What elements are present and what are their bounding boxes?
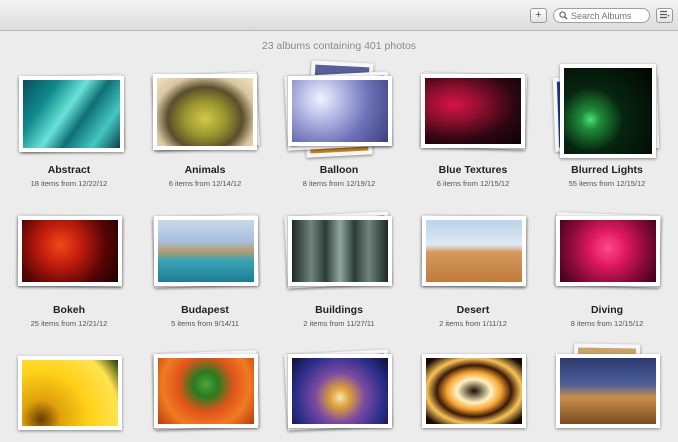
plus-icon: + xyxy=(535,9,542,21)
album-budapest[interactable]: Budapest 5 items from 9/14/11 xyxy=(140,212,270,328)
album-thumbnail-stack[interactable] xyxy=(140,71,270,162)
album-title: Diving xyxy=(590,304,624,316)
album-cover xyxy=(556,354,660,428)
album-cover xyxy=(421,74,525,148)
album-title: Abstract xyxy=(47,164,91,176)
album-thumbnail-stack[interactable] xyxy=(408,212,538,302)
search-field[interactable] xyxy=(553,8,650,23)
album-desert[interactable]: Desert 2 items from 1/11/12 xyxy=(408,212,538,328)
album-thumbnail-stack[interactable] xyxy=(4,72,134,162)
album-title: Blurred Lights xyxy=(571,164,643,176)
album-thumbnail-stack[interactable] xyxy=(408,350,538,440)
album-animals[interactable]: Animals 6 items from 12/14/12 xyxy=(140,71,270,188)
album-bokeh[interactable]: Bokeh 25 items from 12/21/12 xyxy=(4,212,134,328)
album-blue-textures[interactable]: Blue Textures 6 items from 12/15/12 xyxy=(408,72,538,188)
album-subtitle: 8 items from 12/19/12 xyxy=(302,179,376,188)
album-subtitle: 8 items from 12/15/12 xyxy=(570,319,644,328)
album-thumbnail-stack[interactable] xyxy=(140,350,270,440)
album-subtitle: 2 items from 11/27/11 xyxy=(303,319,375,328)
album-title: Balloon xyxy=(319,164,359,176)
album-title: Animals xyxy=(184,164,226,176)
album-thumbnail-stack[interactable] xyxy=(542,62,672,162)
album-fire[interactable] xyxy=(408,350,538,440)
album-vegetables[interactable] xyxy=(140,350,270,440)
list-menu-icon xyxy=(659,10,670,22)
album-thumbnail-stack[interactable] xyxy=(542,212,672,302)
album-subtitle: 6 items from 12/14/12 xyxy=(168,179,242,188)
album-subtitle: 2 items from 1/11/12 xyxy=(439,319,507,328)
album-thumbnail-stack[interactable] xyxy=(4,212,134,302)
album-cover xyxy=(288,216,392,286)
album-subtitle: 5 items from 9/14/11 xyxy=(171,319,239,328)
album-cover xyxy=(18,356,122,430)
album-cover xyxy=(153,74,257,150)
album-cover xyxy=(556,216,660,286)
album-title: Budapest xyxy=(181,304,229,316)
album-cover xyxy=(288,76,392,146)
add-album-button[interactable]: + xyxy=(530,8,547,23)
album-thumbnail-stack[interactable] xyxy=(4,352,134,442)
album-subtitle: 18 items from 12/22/12 xyxy=(30,179,108,188)
search-input[interactable] xyxy=(569,9,649,22)
album-title: Buildings xyxy=(315,304,363,316)
album-buildings[interactable]: Buildings 2 items from 11/27/11 xyxy=(274,211,404,328)
album-abstract[interactable]: Abstract 18 items from 12/22/12 xyxy=(4,72,134,188)
album-diving[interactable]: Diving 8 items from 12/15/12 xyxy=(542,212,672,328)
album-balloon[interactable]: Balloon 8 items from 12/19/12 xyxy=(274,60,404,188)
album-cover xyxy=(288,354,392,428)
album-cover xyxy=(154,354,258,428)
album-sunflower[interactable] xyxy=(4,352,134,442)
album-thumbnail-stack[interactable] xyxy=(274,349,404,440)
album-colosseum[interactable] xyxy=(542,342,672,432)
album-subtitle: 25 items from 12/21/12 xyxy=(30,319,108,328)
album-subtitle: 55 items from 12/15/12 xyxy=(568,179,646,188)
album-cover xyxy=(19,76,124,152)
search-icon xyxy=(557,10,569,22)
album-subtitle: 6 items from 12/15/12 xyxy=(436,179,510,188)
album-cover xyxy=(560,64,656,158)
album-cover xyxy=(422,354,526,428)
album-title: Desert xyxy=(456,304,490,316)
album-title: Blue Textures xyxy=(438,164,508,176)
album-thumbnail-stack[interactable] xyxy=(140,212,270,302)
album-count-summary: 23 albums containing 401 photos xyxy=(261,40,417,52)
album-thumbnail-stack[interactable] xyxy=(408,72,538,162)
view-options-button[interactable] xyxy=(656,8,673,23)
album-cover xyxy=(422,216,526,286)
album-cover xyxy=(154,216,258,286)
album-thumbnail-stack[interactable] xyxy=(274,60,404,162)
album-title: Bokeh xyxy=(52,304,86,316)
album-tunnel[interactable] xyxy=(274,349,404,440)
album-thumbnail-stack[interactable] xyxy=(274,211,404,302)
album-cover xyxy=(18,216,122,286)
album-thumbnail-stack[interactable] xyxy=(542,342,672,432)
album-blurred-lights[interactable]: Blurred Lights 55 items from 12/15/12 xyxy=(542,62,672,188)
toolbar: + xyxy=(0,0,678,31)
